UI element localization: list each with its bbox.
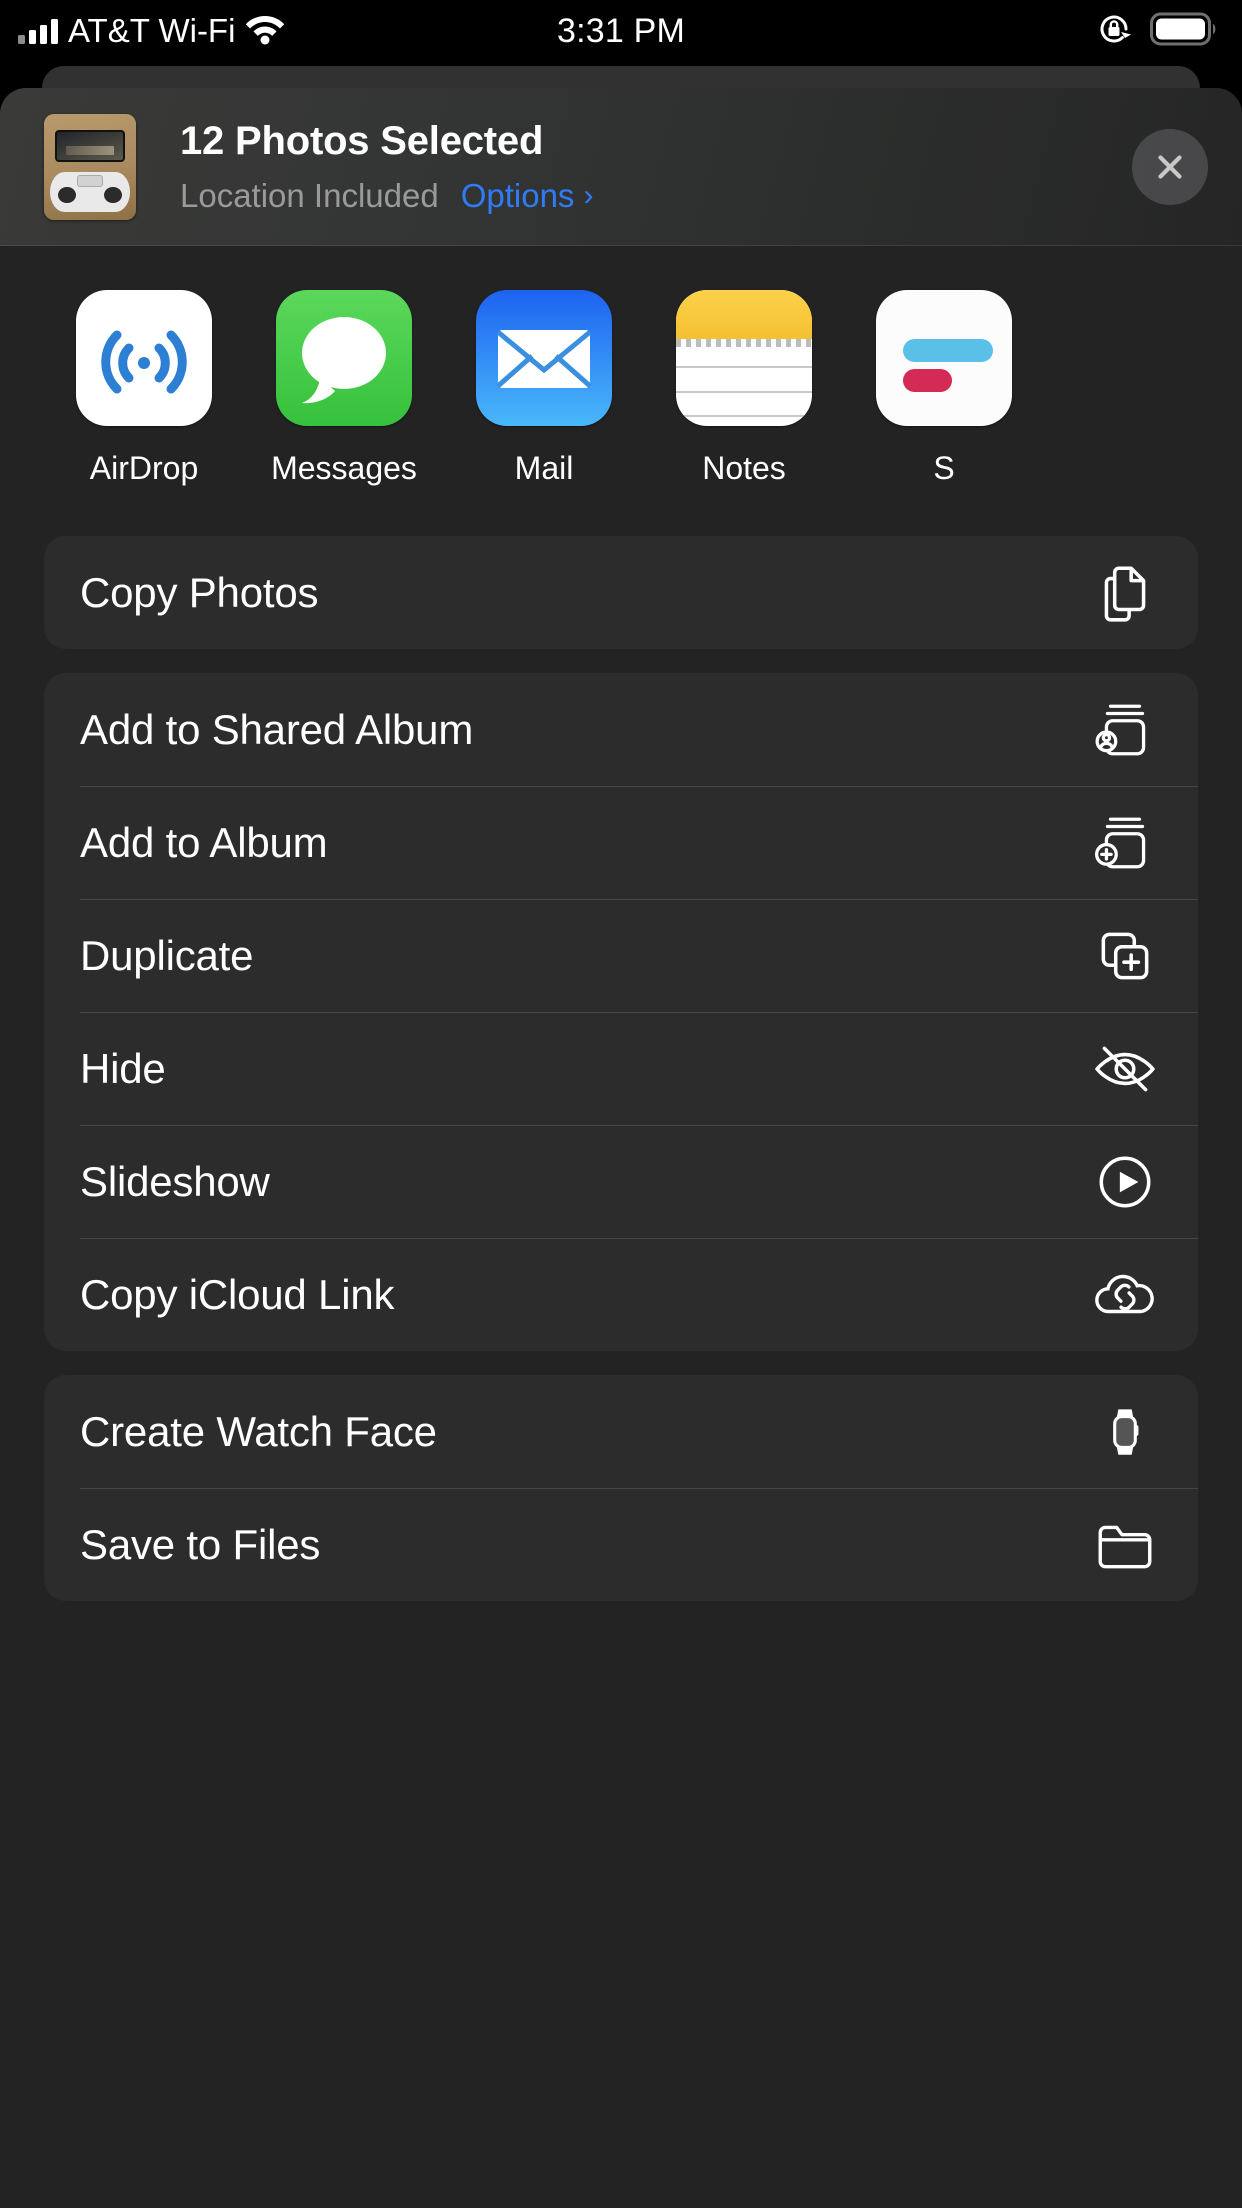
action-label: Hide xyxy=(80,1044,166,1092)
action-group-3: Create Watch Face Save to Files xyxy=(44,1375,1198,1601)
app-share-row[interactable]: AirDrop Messages Mail Notes S xyxy=(0,246,1242,488)
chevron-right-icon: › xyxy=(583,178,594,212)
action-row-hide[interactable]: Hide xyxy=(44,1012,1198,1125)
airdrop-icon xyxy=(76,290,212,426)
apple-watch-icon xyxy=(1092,1399,1158,1465)
app-mail[interactable]: Mail xyxy=(444,290,644,487)
location-included-label: Location Included xyxy=(180,176,439,214)
action-group-2: Add to Shared Album Add to Album Duplica… xyxy=(44,673,1198,1351)
options-label: Options xyxy=(460,176,575,214)
duplicate-icon xyxy=(1092,923,1158,989)
status-bar-time: 3:31 PM xyxy=(556,11,686,50)
action-row-slideshow[interactable]: Slideshow xyxy=(44,1125,1198,1238)
options-button[interactable]: Options › xyxy=(461,177,594,215)
selection-thumbnail xyxy=(44,113,136,220)
app-label: S xyxy=(933,450,955,486)
action-row-add-to-album[interactable]: Add to Album xyxy=(44,786,1198,899)
action-row-copy-photos[interactable]: Copy Photos xyxy=(44,536,1198,649)
header-subtitle-row: Location Included Options › xyxy=(180,177,1132,215)
mail-icon xyxy=(476,290,612,426)
share-sheet-header: 12 Photos Selected Location Included Opt… xyxy=(0,88,1242,246)
app-messages[interactable]: Messages xyxy=(244,290,444,487)
battery-full-icon xyxy=(1150,12,1220,51)
action-row-add-to-shared-album[interactable]: Add to Shared Album xyxy=(44,673,1198,786)
action-row-save-to-files[interactable]: Save to Files xyxy=(44,1488,1198,1601)
action-label: Create Watch Face xyxy=(80,1407,437,1455)
app-shortcuts[interactable]: S xyxy=(844,290,1044,487)
play-circle-icon xyxy=(1092,1149,1158,1215)
action-row-create-watch-face[interactable]: Create Watch Face xyxy=(44,1375,1198,1488)
messages-icon xyxy=(276,290,412,426)
folder-icon xyxy=(1092,1512,1158,1578)
page-title: 12 Photos Selected xyxy=(180,118,544,163)
status-bar: AT&T Wi-Fi 3:31 PM xyxy=(0,0,1242,62)
shortcuts-icon xyxy=(876,290,1012,426)
close-icon xyxy=(1158,154,1182,179)
action-label: Duplicate xyxy=(80,931,254,979)
action-row-copy-icloud-link[interactable]: Copy iCloud Link xyxy=(44,1238,1198,1351)
app-notes[interactable]: Notes xyxy=(644,290,844,487)
action-row-duplicate[interactable]: Duplicate xyxy=(44,899,1198,1012)
screen: AT&T Wi-Fi 3:31 PM 12 Photos Selected Lo… xyxy=(0,0,1242,2208)
app-airdrop[interactable]: AirDrop xyxy=(44,290,244,487)
action-group-1: Copy Photos xyxy=(44,536,1198,649)
action-label: Slideshow xyxy=(80,1157,270,1205)
close-button[interactable] xyxy=(1132,128,1208,205)
header-text-block: 12 Photos Selected Location Included Opt… xyxy=(180,119,1132,215)
rotation-lock-icon xyxy=(1094,9,1134,54)
doc-on-doc-icon xyxy=(1092,560,1158,626)
eye-slash-icon xyxy=(1092,1036,1158,1102)
action-label: Save to Files xyxy=(80,1520,321,1568)
cloud-link-icon xyxy=(1092,1262,1158,1328)
action-label: Copy Photos xyxy=(80,568,319,616)
shared-album-icon xyxy=(1092,697,1158,763)
app-label: Notes xyxy=(702,450,786,486)
action-label: Add to Album xyxy=(80,818,328,866)
app-label: AirDrop xyxy=(89,450,199,486)
action-label: Add to Shared Album xyxy=(80,705,474,753)
app-label: Mail xyxy=(514,450,574,486)
app-label: Messages xyxy=(271,450,417,486)
action-label: Copy iCloud Link xyxy=(80,1270,395,1318)
notes-icon xyxy=(676,290,812,426)
status-bar-right xyxy=(1094,9,1220,54)
add-album-icon xyxy=(1092,810,1158,876)
share-sheet: 12 Photos Selected Location Included Opt… xyxy=(0,88,1242,2208)
action-groups: Copy Photos Add to Shared Album Add to A… xyxy=(0,536,1242,1601)
